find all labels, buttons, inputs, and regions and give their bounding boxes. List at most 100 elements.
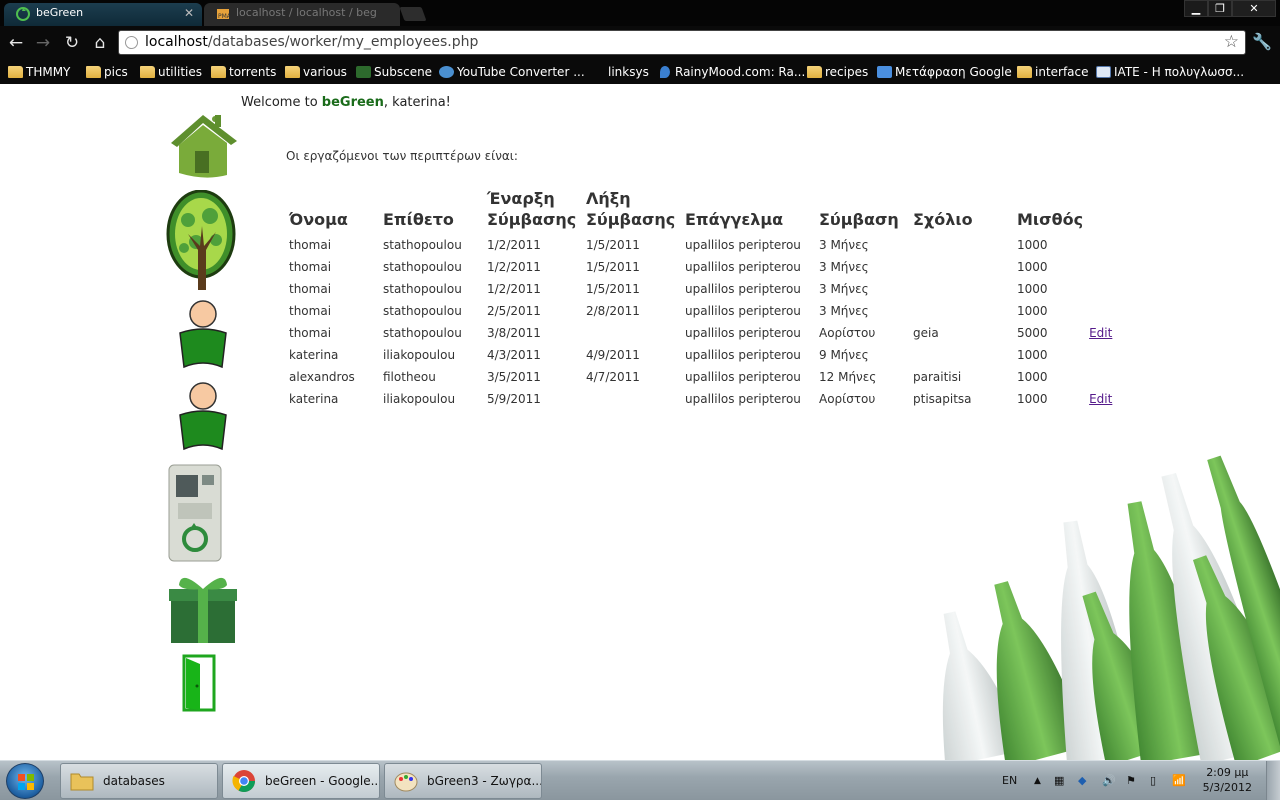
- cell-surname: stathopoulou: [383, 326, 462, 340]
- bookmark-iate[interactable]: IATE - Η πολυγλωσσ...: [1094, 63, 1244, 81]
- bookmark-torrents[interactable]: torrents: [209, 63, 276, 81]
- iate-icon: [1096, 66, 1111, 78]
- column-header-contract-end: Λήξη Σύμβασης: [586, 189, 676, 229]
- cell-name: thomai: [289, 260, 332, 274]
- show-hidden-icons-icon[interactable]: ▲: [1034, 761, 1041, 800]
- cell-action: [1086, 234, 1126, 256]
- folder-icon: [211, 66, 226, 78]
- gift-icon[interactable]: [167, 571, 239, 645]
- recycling-machine-icon[interactable]: [166, 463, 224, 563]
- bookmark-star-icon[interactable]: ☆: [1224, 32, 1239, 52]
- taskbar-item-paint[interactable]: bGreen3 - Ζωγρα...: [384, 763, 542, 799]
- home-button[interactable]: ⌂: [89, 32, 111, 54]
- door-exit-icon[interactable]: [182, 654, 216, 712]
- converter-icon: [439, 66, 454, 78]
- folder-icon: [1017, 66, 1032, 78]
- intro-text: Οι εργαζόμενοι των περιπτέρων είναι:: [286, 149, 518, 163]
- column-header-contract-start: Έναρξη Σύμβασης: [487, 189, 577, 229]
- cell-salary: 5000: [1017, 326, 1048, 340]
- cell-name: katerina: [289, 348, 339, 362]
- brand-name: beGreen: [321, 95, 384, 110]
- page-icon: [125, 36, 138, 49]
- address-bar[interactable]: localhost/databases/worker/my_employees.…: [118, 30, 1246, 55]
- tree-icon[interactable]: [166, 190, 238, 290]
- table-row: katerina iliakopoulou 5/9/2011 upallilos…: [286, 388, 1126, 410]
- bookmark-pics[interactable]: pics: [84, 63, 128, 81]
- house-icon[interactable]: [165, 111, 241, 181]
- dropbox-icon[interactable]: ◆: [1078, 761, 1086, 800]
- cell-surname: iliakopoulou: [383, 348, 456, 362]
- show-desktop-button[interactable]: [1266, 761, 1280, 800]
- cell-contract: 3 Μήνες: [819, 238, 869, 252]
- bookmark-google-translate[interactable]: Μετάφραση Google: [875, 63, 1012, 81]
- cell-surname: stathopoulou: [383, 282, 462, 296]
- table-row: thomai stathopoulou 1/2/2011 1/5/2011 up…: [286, 234, 1126, 256]
- person-icon[interactable]: [176, 299, 230, 369]
- cell-action: [1086, 256, 1126, 278]
- folder-icon: [8, 66, 23, 78]
- cell-contract-end: 4/7/2011: [586, 370, 640, 384]
- minimize-button[interactable]: ▁: [1184, 0, 1208, 17]
- bookmark-utilities[interactable]: utilities: [138, 63, 202, 81]
- bookmark-various[interactable]: various: [283, 63, 347, 81]
- cell-action: Edit: [1086, 388, 1126, 410]
- windows-logo-icon: [18, 774, 34, 790]
- table-row: alexandros filotheou 3/5/2011 4/7/2011 u…: [286, 366, 1126, 388]
- cell-salary: 1000: [1017, 304, 1048, 318]
- edit-link[interactable]: Edit: [1089, 326, 1112, 340]
- tab-phpmyadmin[interactable]: PMA localhost / localhost / beg: [204, 3, 400, 26]
- wireless-signal-icon[interactable]: 📶: [1172, 761, 1186, 800]
- edit-link[interactable]: Edit: [1089, 392, 1112, 406]
- forward-button[interactable]: →: [32, 32, 54, 54]
- employees-table: Όνομα Επίθετο Έναρξη Σύμβασης Λήξη Σύμβα…: [286, 188, 1126, 410]
- close-window-button[interactable]: ✕: [1232, 0, 1276, 17]
- tab-close-icon[interactable]: ✕: [184, 6, 194, 20]
- new-tab-button[interactable]: [399, 7, 427, 21]
- wrench-menu-icon[interactable]: 🔧: [1252, 32, 1272, 51]
- cell-contract: 9 Μήνες: [819, 348, 869, 362]
- start-button[interactable]: [6, 763, 44, 799]
- table-row: thomai stathopoulou 2/5/2011 2/8/2011 up…: [286, 300, 1126, 322]
- system-clock[interactable]: 2:09 μμ 5/3/2012: [1203, 765, 1252, 795]
- paint-icon: [394, 772, 418, 792]
- bottles-decoration: [942, 455, 1280, 760]
- taskbar: databases beGreen - Google... bGreen3 - …: [0, 760, 1280, 800]
- bookmark-interface[interactable]: interface: [1015, 63, 1089, 81]
- language-indicator[interactable]: EN: [1002, 761, 1017, 800]
- cell-occupation: upallilos peripterou: [685, 326, 801, 340]
- tab-title: beGreen: [36, 6, 84, 19]
- chrome-icon: [232, 770, 255, 792]
- bookmark-recipes[interactable]: recipes: [805, 63, 868, 81]
- taskbar-item-chrome[interactable]: beGreen - Google...: [222, 763, 380, 799]
- battery-icon[interactable]: ▯: [1150, 761, 1156, 800]
- reload-button[interactable]: ↻: [61, 32, 83, 54]
- cell-contract: 3 Μήνες: [819, 304, 869, 318]
- tab-title: localhost / localhost / beg: [236, 6, 377, 19]
- folder-icon: [807, 66, 822, 78]
- cell-contract: Αορίστου: [819, 392, 876, 406]
- bookmark-rainymood[interactable]: RainyMood.com: Ra...: [655, 63, 805, 81]
- cell-occupation: upallilos peripterou: [685, 348, 801, 362]
- volume-icon[interactable]: 🔊: [1102, 761, 1116, 800]
- person-icon[interactable]: [176, 381, 230, 451]
- network-app-icon[interactable]: ▦: [1054, 761, 1064, 800]
- folder-icon: [70, 773, 94, 791]
- bookmark-linksys[interactable]: linksys: [588, 63, 649, 81]
- cell-salary: 1000: [1017, 392, 1048, 406]
- bookmark-thmmy[interactable]: THMMY: [6, 63, 70, 81]
- maximize-button[interactable]: ❐: [1208, 0, 1232, 17]
- cell-surname: stathopoulou: [383, 260, 462, 274]
- taskbar-item-databases[interactable]: databases: [60, 763, 218, 799]
- cell-contract-end: [583, 388, 682, 410]
- cell-contract-start: 1/2/2011: [487, 238, 541, 252]
- tab-begreen[interactable]: beGreen ✕: [4, 3, 202, 26]
- url-text[interactable]: localhost/databases/worker/my_employees.…: [145, 34, 478, 50]
- bookmark-youtube-converter[interactable]: YouTube Converter ...: [437, 63, 585, 81]
- table-header-row: Όνομα Επίθετο Έναρξη Σύμβασης Λήξη Σύμβα…: [286, 188, 1126, 234]
- clock-time: 2:09 μμ: [1206, 766, 1249, 779]
- action-center-flag-icon[interactable]: ⚑: [1126, 761, 1136, 800]
- back-button[interactable]: ←: [5, 32, 27, 54]
- cell-surname: iliakopoulou: [383, 392, 456, 406]
- bookmark-subscene[interactable]: Subscene: [354, 63, 432, 81]
- cell-contract: 3 Μήνες: [819, 282, 869, 296]
